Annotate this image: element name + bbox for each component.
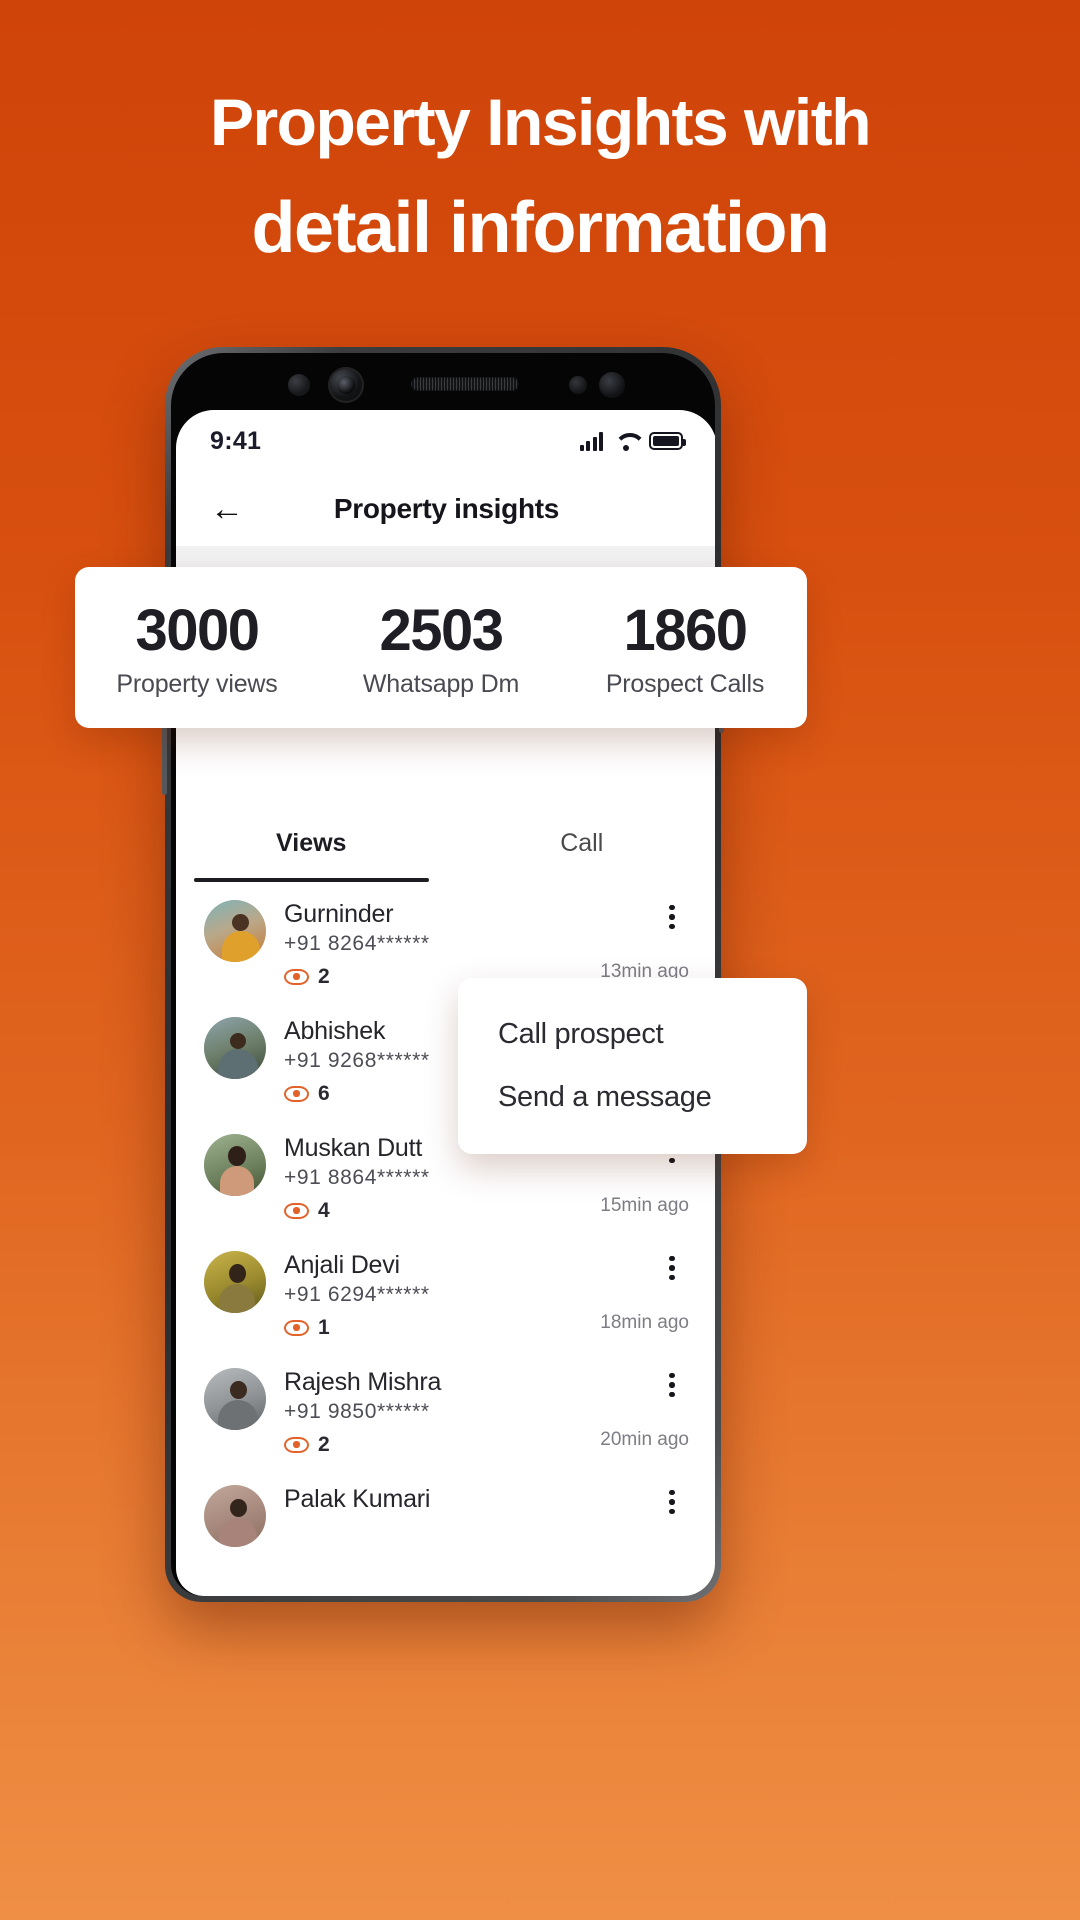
prospect-info: Gurninder +91 8264****** 2 bbox=[266, 900, 559, 989]
stat-property-views: 3000 Property views bbox=[75, 597, 319, 699]
stat-whatsapp-dm: 2503 Whatsapp Dm bbox=[319, 597, 563, 699]
views-count: 6 bbox=[318, 1082, 330, 1105]
stat-label: Whatsapp Dm bbox=[362, 669, 520, 698]
row-actions: 20min ago bbox=[559, 1368, 689, 1457]
prospect-time: 18min ago bbox=[600, 1312, 689, 1333]
prospect-name: Anjali Devi bbox=[284, 1251, 400, 1279]
app-title: Property insights bbox=[333, 493, 560, 524]
tab-bar: Views Call bbox=[176, 804, 715, 882]
eye-icon bbox=[284, 1437, 309, 1453]
stat-label: Property views bbox=[116, 669, 278, 698]
back-arrow-icon[interactable]: ← bbox=[206, 488, 248, 530]
views-count: 2 bbox=[318, 965, 330, 988]
signal-icon bbox=[579, 431, 603, 451]
prospect-info: Palak Kumari bbox=[266, 1485, 559, 1547]
prospect-views: 2 bbox=[284, 1433, 559, 1457]
headline-line-2: detail information bbox=[251, 188, 830, 268]
phone-bezel: 9:41 ← Property insights 2BHK independen… bbox=[171, 353, 715, 1596]
avatar bbox=[204, 1251, 266, 1313]
views-count: 1 bbox=[318, 1316, 330, 1339]
proximity-sensor-icon bbox=[288, 374, 310, 396]
list-item[interactable]: Palak Kumari bbox=[176, 1467, 715, 1557]
status-bar-clock: 9:41 bbox=[210, 426, 262, 455]
phone-mockup: 9:41 ← Property insights 2BHK independen… bbox=[162, 347, 724, 1602]
eye-icon bbox=[284, 1203, 309, 1219]
avatar bbox=[204, 1368, 266, 1430]
wifi-icon bbox=[614, 432, 638, 451]
menu-item-call-prospect[interactable]: Call prospect bbox=[498, 1018, 767, 1051]
prospect-name: Gurninder bbox=[284, 900, 394, 928]
tab-call[interactable]: Call bbox=[447, 804, 716, 882]
prospect-phone: +91 8864****** bbox=[284, 1166, 430, 1189]
row-actions bbox=[559, 1485, 689, 1547]
eye-icon bbox=[284, 1086, 309, 1102]
row-actions: 18min ago bbox=[559, 1251, 689, 1340]
earpiece-speaker-icon bbox=[411, 377, 519, 391]
views-count: 2 bbox=[318, 1433, 330, 1456]
views-count: 4 bbox=[318, 1199, 330, 1222]
context-menu: Call prospect Send a message bbox=[458, 978, 807, 1154]
status-bar: 9:41 bbox=[176, 410, 715, 472]
battery-icon bbox=[649, 432, 686, 450]
stat-value: 3000 bbox=[135, 597, 260, 663]
avatar bbox=[204, 900, 266, 962]
menu-item-send-message[interactable]: Send a message bbox=[498, 1081, 767, 1114]
more-options-icon[interactable] bbox=[655, 1485, 689, 1519]
more-options-icon[interactable] bbox=[655, 900, 689, 934]
eye-icon bbox=[284, 969, 309, 985]
row-actions: 13min ago bbox=[559, 900, 689, 989]
stat-prospect-calls: 1860 Prospect Calls bbox=[563, 597, 807, 699]
stat-value: 1860 bbox=[623, 597, 748, 663]
prospect-views: 1 bbox=[284, 1316, 559, 1340]
prospect-info: Rajesh Mishra +91 9850****** 2 bbox=[266, 1368, 559, 1457]
iris-scanner-icon bbox=[599, 372, 625, 398]
prospect-phone: +91 9850****** bbox=[284, 1400, 430, 1423]
prospect-name: Rajesh Mishra bbox=[284, 1368, 442, 1396]
tab-views[interactable]: Views bbox=[176, 804, 447, 882]
prospect-name: Palak Kumari bbox=[284, 1485, 431, 1513]
page-title: Property Insights with detail informatio… bbox=[0, 78, 1080, 276]
front-camera-icon bbox=[328, 367, 364, 403]
prospect-info: Anjali Devi +91 6294****** 1 bbox=[266, 1251, 559, 1340]
prospect-time: 20min ago bbox=[600, 1429, 689, 1450]
phone-top-bezel bbox=[171, 353, 715, 415]
app-header: ← Property insights bbox=[176, 472, 715, 546]
avatar bbox=[204, 1485, 266, 1547]
light-sensor-icon bbox=[569, 376, 587, 394]
prospect-phone: +91 6294****** bbox=[284, 1283, 430, 1306]
list-item[interactable]: Rajesh Mishra +91 9850****** 2 20min ago bbox=[176, 1350, 715, 1467]
status-bar-icons bbox=[579, 431, 686, 451]
stat-value: 2503 bbox=[379, 597, 504, 663]
prospect-phone: +91 8264****** bbox=[284, 932, 430, 955]
stats-card: 3000 Property views 2503 Whatsapp Dm 186… bbox=[75, 567, 807, 728]
more-options-icon[interactable] bbox=[655, 1368, 689, 1402]
stat-label: Prospect Calls bbox=[605, 669, 765, 698]
prospect-views: 4 bbox=[284, 1199, 559, 1223]
more-options-icon[interactable] bbox=[655, 1251, 689, 1285]
headline-line-1: Property Insights with bbox=[209, 85, 872, 159]
avatar bbox=[204, 1134, 266, 1196]
eye-icon bbox=[284, 1320, 309, 1336]
avatar bbox=[204, 1017, 266, 1079]
list-item[interactable]: Anjali Devi +91 6294****** 1 18min ago bbox=[176, 1233, 715, 1350]
prospect-time: 15min ago bbox=[600, 1195, 689, 1216]
